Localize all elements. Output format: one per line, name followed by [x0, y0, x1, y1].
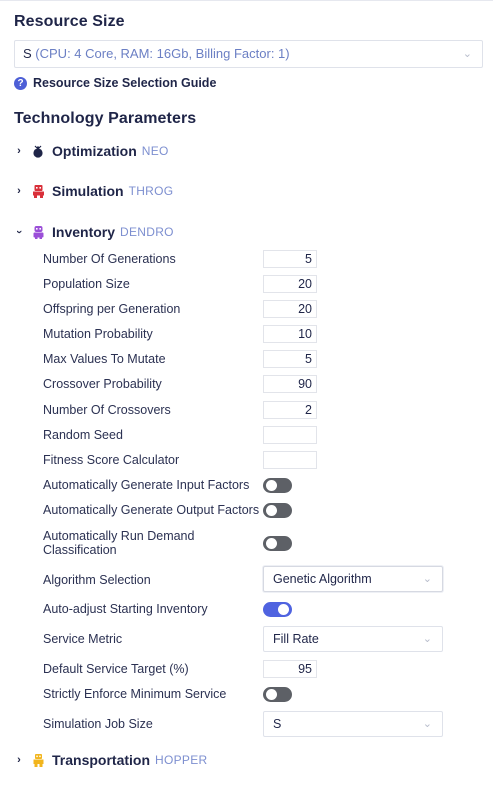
- service-metric-value: Fill Rate: [273, 632, 319, 646]
- resource-size-value: S: [23, 46, 32, 61]
- crossover-probability-input[interactable]: 90: [263, 375, 317, 393]
- algorithm-selection-dropdown[interactable]: Genetic Algorithm ⌄: [263, 566, 443, 592]
- resource-size-guide-label: Resource Size Selection Guide: [33, 76, 217, 90]
- chevron-down-icon: ⌄: [462, 48, 472, 60]
- auto-run-demand-classification-label-line1: Automatically Run Demand: [43, 529, 195, 543]
- robot-icon: [31, 225, 45, 239]
- chevron-right-icon: ›: [17, 754, 21, 766]
- offspring-per-generation-label: Offspring per Generation: [43, 302, 181, 316]
- tech-transportation-code: HOPPER: [155, 753, 208, 767]
- auto-generate-output-factors-toggle[interactable]: [263, 503, 292, 518]
- service-metric-label: Service Metric: [43, 632, 123, 646]
- chevron-right-icon: ›: [17, 145, 21, 157]
- number-of-crossovers-label: Number Of Crossovers: [43, 403, 171, 417]
- default-service-target-input[interactable]: 95: [263, 660, 317, 678]
- simulation-job-size-value: S: [273, 717, 282, 731]
- tech-simulation-row[interactable]: › Simulation THROG: [14, 182, 173, 200]
- default-service-target-label: Default Service Target (%): [43, 662, 189, 676]
- auto-adjust-starting-inventory-label: Auto-adjust Starting Inventory: [43, 602, 208, 616]
- tech-optimization-name: Optimization: [52, 143, 137, 159]
- strictly-enforce-minimum-service-toggle[interactable]: [263, 687, 292, 702]
- robot-icon: [31, 753, 45, 767]
- auto-run-demand-classification-label-line2: Classification: [43, 543, 117, 557]
- auto-run-demand-classification-toggle[interactable]: [263, 536, 292, 551]
- algorithm-selection-value: Genetic Algorithm: [273, 572, 372, 586]
- auto-adjust-starting-inventory-toggle[interactable]: [263, 602, 292, 617]
- fitness-score-calculator-label: Fitness Score Calculator: [43, 453, 180, 467]
- tech-inventory-code: DENDRO: [120, 225, 174, 239]
- question-icon: ?: [14, 76, 27, 90]
- tech-simulation-name: Simulation: [52, 183, 124, 199]
- simulation-job-size-label: Simulation Job Size: [43, 717, 153, 731]
- toggle-knob: [278, 604, 289, 615]
- resource-size-title: Resource Size: [14, 13, 125, 30]
- top-divider: [0, 0, 493, 1]
- fitness-score-calculator-input[interactable]: [263, 451, 317, 469]
- chevron-down-icon: ⌄: [422, 718, 432, 730]
- mutation-probability-input[interactable]: 10: [263, 325, 317, 343]
- toggle-knob: [266, 538, 277, 549]
- offspring-per-generation-input[interactable]: 20: [263, 300, 317, 318]
- random-seed-label: Random Seed: [43, 428, 123, 442]
- tech-transportation-name: Transportation: [52, 752, 151, 768]
- tech-simulation-code: THROG: [128, 184, 174, 198]
- chevron-down-icon: ⌄: [422, 573, 432, 585]
- tech-transportation-row[interactable]: › Transportation HOPPER: [14, 751, 208, 769]
- resource-size-guide-link[interactable]: ? Resource Size Selection Guide: [14, 75, 216, 91]
- simulation-job-size-dropdown[interactable]: S ⌄: [263, 711, 443, 737]
- toggle-knob: [266, 689, 277, 700]
- mutation-probability-label: Mutation Probability: [43, 327, 153, 341]
- population-size-input[interactable]: 20: [263, 275, 317, 293]
- toggle-knob: [266, 480, 277, 491]
- resource-size-details: (CPU: 4 Core, RAM: 16Gb, Billing Factor:…: [35, 46, 290, 61]
- population-size-label: Population Size: [43, 277, 130, 291]
- random-seed-input[interactable]: [263, 426, 317, 444]
- technology-parameters-title: Technology Parameters: [14, 110, 197, 127]
- auto-generate-input-factors-toggle[interactable]: [263, 478, 292, 493]
- chevron-down-icon: ⌄: [422, 633, 432, 645]
- toggle-knob: [266, 505, 277, 516]
- strictly-enforce-minimum-service-label: Strictly Enforce Minimum Service: [43, 687, 227, 701]
- number-of-generations-label: Number Of Generations: [43, 252, 176, 266]
- auto-generate-input-factors-label: Automatically Generate Input Factors: [43, 478, 250, 492]
- algorithm-selection-label: Algorithm Selection: [43, 573, 151, 587]
- tech-optimization-row[interactable]: › Optimization NEO: [14, 142, 169, 160]
- bomb-icon: [31, 144, 45, 158]
- max-values-to-mutate-label: Max Values To Mutate: [43, 352, 166, 366]
- crossover-probability-label: Crossover Probability: [43, 377, 162, 391]
- resource-size-select[interactable]: S (CPU: 4 Core, RAM: 16Gb, Billing Facto…: [14, 40, 483, 68]
- max-values-to-mutate-input[interactable]: 5: [263, 350, 317, 368]
- service-metric-dropdown[interactable]: Fill Rate ⌄: [263, 626, 443, 652]
- chevron-right-icon: ›: [17, 185, 21, 197]
- auto-run-demand-classification-label: Automatically Run Demand Classification: [43, 529, 194, 557]
- chevron-down-icon: ›: [13, 230, 25, 234]
- tech-inventory-row[interactable]: › Inventory DENDRO: [13, 223, 174, 241]
- robot-icon: [31, 184, 45, 198]
- number-of-generations-input[interactable]: 5: [263, 250, 317, 268]
- tech-optimization-code: NEO: [141, 144, 169, 158]
- tech-inventory-name: Inventory: [52, 224, 116, 240]
- auto-generate-output-factors-label: Automatically Generate Output Factors: [43, 503, 260, 517]
- number-of-crossovers-input[interactable]: 2: [263, 401, 317, 419]
